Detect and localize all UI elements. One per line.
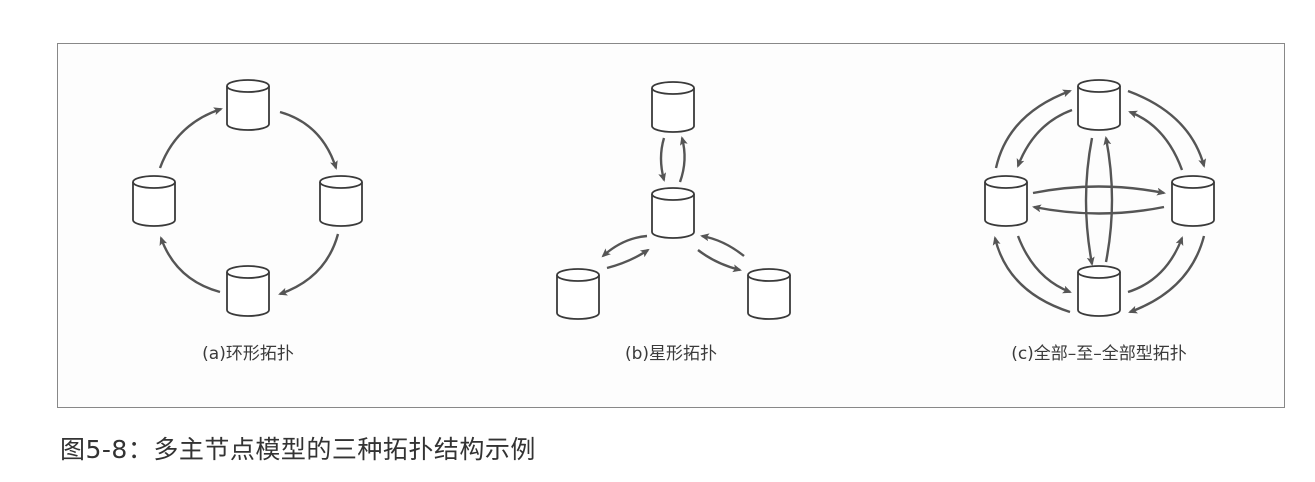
mesh-arrow-right-to-left — [1032, 204, 1165, 215]
mesh-arrow-bottom-to-top — [1103, 136, 1114, 263]
all-to-all-caption: (c)全部–至–全部型拓扑 — [1011, 344, 1187, 364]
star-node-right — [747, 268, 791, 320]
star-node-left — [556, 268, 600, 320]
mesh-arrow-right-to-top-inner — [1128, 110, 1184, 171]
star-arrow-center-to-right — [697, 249, 742, 273]
mesh-node-bottom — [1077, 265, 1121, 317]
star-node-center — [651, 187, 695, 239]
star-arrow-center-to-top — [678, 136, 688, 183]
mesh-arrow-top-to-left-inner — [1016, 108, 1073, 168]
panel-all-to-all: (c)全部–至–全部型拓扑 — [984, 79, 1215, 364]
mesh-arrow-top-to-bottom — [1084, 137, 1095, 266]
star-node-top — [651, 81, 695, 133]
mesh-arrow-bottom-to-right-inner — [1127, 236, 1184, 294]
star-caption: (b)星形拓扑 — [625, 344, 717, 364]
ring-arrow-left-to-top — [158, 107, 223, 169]
star-arrow-top-to-center — [658, 137, 667, 182]
panel-star: (b)星形拓扑 — [556, 81, 791, 364]
star-arrow-center-to-left — [601, 234, 648, 258]
ring-node-left — [132, 175, 176, 227]
mesh-arrow-left-to-bottom-inner — [1016, 235, 1072, 294]
mesh-arrow-right-to-bottom-outer — [1128, 235, 1206, 314]
mesh-arrow-left-to-right — [1032, 185, 1166, 196]
star-arrow-right-to-center — [700, 233, 745, 257]
star-arrow-left-to-center — [606, 248, 650, 270]
mesh-node-right — [1171, 175, 1215, 227]
figure-caption: 图5-8：多主节点模型的三种拓扑结构示例 — [60, 435, 536, 464]
mesh-node-left — [984, 175, 1028, 227]
mesh-arrow-top-to-right-outer — [1127, 89, 1207, 168]
panel-ring: (a)环形拓扑 — [132, 79, 363, 364]
ring-node-right — [319, 175, 363, 227]
ring-arrow-top-to-right — [279, 110, 338, 170]
mesh-arrow-bottom-to-left-outer — [992, 236, 1071, 314]
ring-arrow-right-to-bottom — [278, 233, 340, 296]
ring-node-top — [226, 79, 270, 131]
ring-arrow-bottom-to-left — [159, 236, 221, 294]
ring-caption: (a)环形拓扑 — [202, 344, 294, 364]
topology-diagram: (a)环形拓扑 (b)星形拓扑 (c)全部–至–全部型拓扑 — [132, 79, 1215, 364]
ring-node-bottom — [226, 265, 270, 317]
mesh-node-top — [1077, 79, 1121, 131]
mesh-arrow-left-to-top-outer — [994, 89, 1072, 169]
